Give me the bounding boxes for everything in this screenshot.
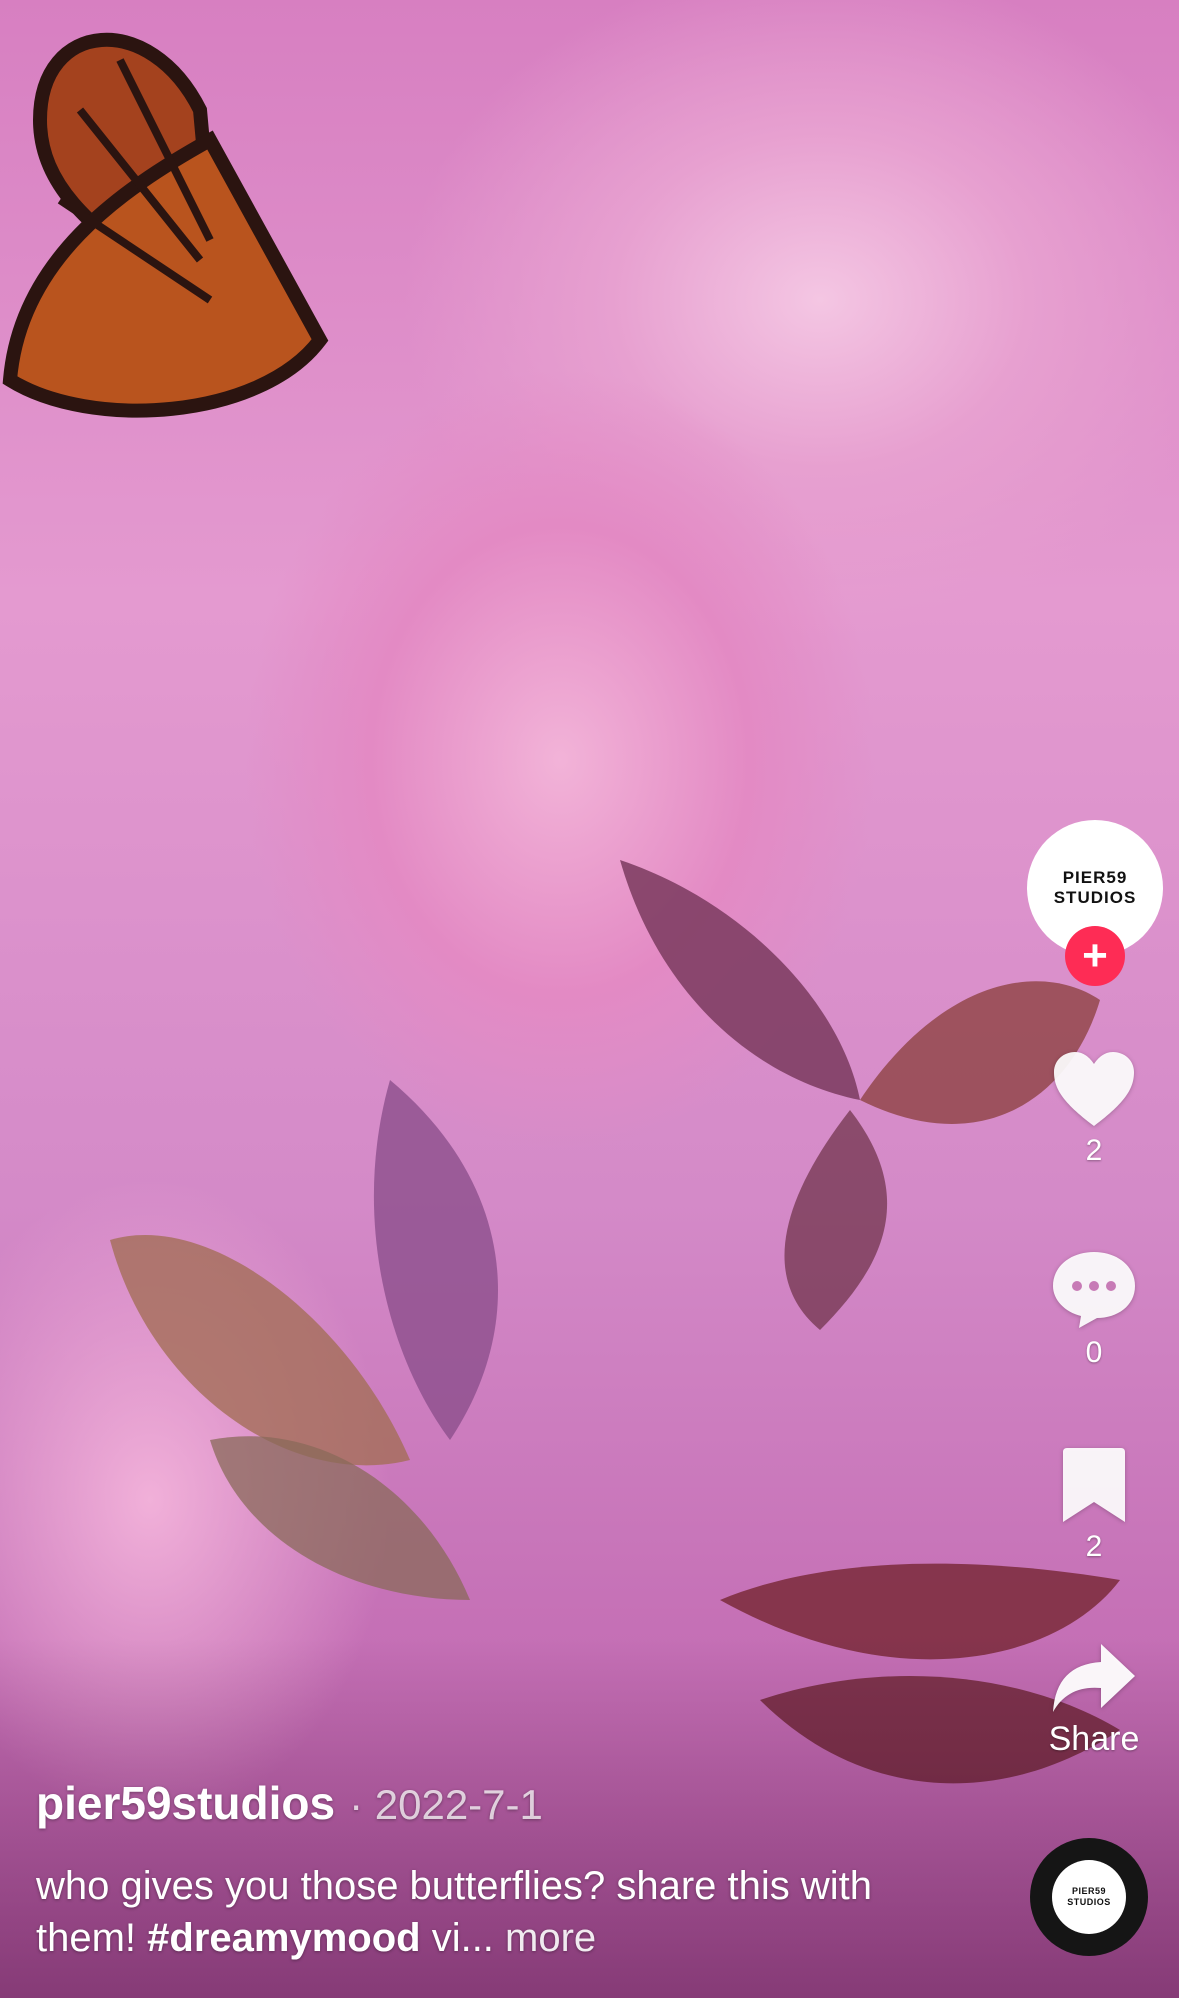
music-disc-cover: PIER59 STUDIOS xyxy=(1052,1860,1126,1934)
like-button[interactable]: 2 xyxy=(1009,1050,1179,1168)
comment-count: 0 xyxy=(1085,1336,1103,1369)
comment-button[interactable]: 0 xyxy=(1009,1248,1179,1370)
share-label: Share xyxy=(1048,1720,1140,1758)
caption-tail: vi... xyxy=(420,1916,494,1960)
more-link[interactable]: more xyxy=(505,1916,596,1960)
avatar-text-line2: STUDIOS xyxy=(1053,888,1137,907)
share-arrow-icon xyxy=(1053,1644,1135,1712)
disc-text-line1: PIER59 xyxy=(1071,1886,1107,1896)
follow-button[interactable]: + xyxy=(1065,926,1125,986)
disc-text-line2: STUDIOS xyxy=(1067,1897,1111,1907)
post-date: · 2022-7-1 xyxy=(349,1781,543,1828)
music-disc[interactable]: PIER59 STUDIOS xyxy=(1030,1838,1148,1956)
butterfly-image xyxy=(2,33,329,418)
plus-icon: + xyxy=(1082,931,1108,980)
caption[interactable]: who gives you those butterflies? share t… xyxy=(36,1860,916,1964)
butterfly-image xyxy=(110,1080,498,1600)
comment-bubble-icon xyxy=(1053,1252,1135,1328)
avatar-text-line1: PIER59 xyxy=(1062,868,1128,887)
heart-icon xyxy=(1054,1052,1134,1126)
action-rail: PIER59 STUDIOS + 2 0 2 Share xyxy=(1009,820,1179,1980)
bookmark-icon xyxy=(1063,1448,1125,1522)
hashtag-link[interactable]: #dreamymood xyxy=(147,1916,420,1960)
bookmark-button[interactable]: 2 xyxy=(1009,1446,1179,1564)
save-count: 2 xyxy=(1085,1530,1103,1563)
video-player[interactable] xyxy=(0,0,1179,1998)
post-info: pier59studios · 2022-7-1 who gives you th… xyxy=(36,1776,976,1964)
share-button[interactable]: Share xyxy=(1009,1640,1179,1759)
username[interactable]: pier59studios xyxy=(36,1777,335,1829)
like-count: 2 xyxy=(1085,1134,1103,1167)
